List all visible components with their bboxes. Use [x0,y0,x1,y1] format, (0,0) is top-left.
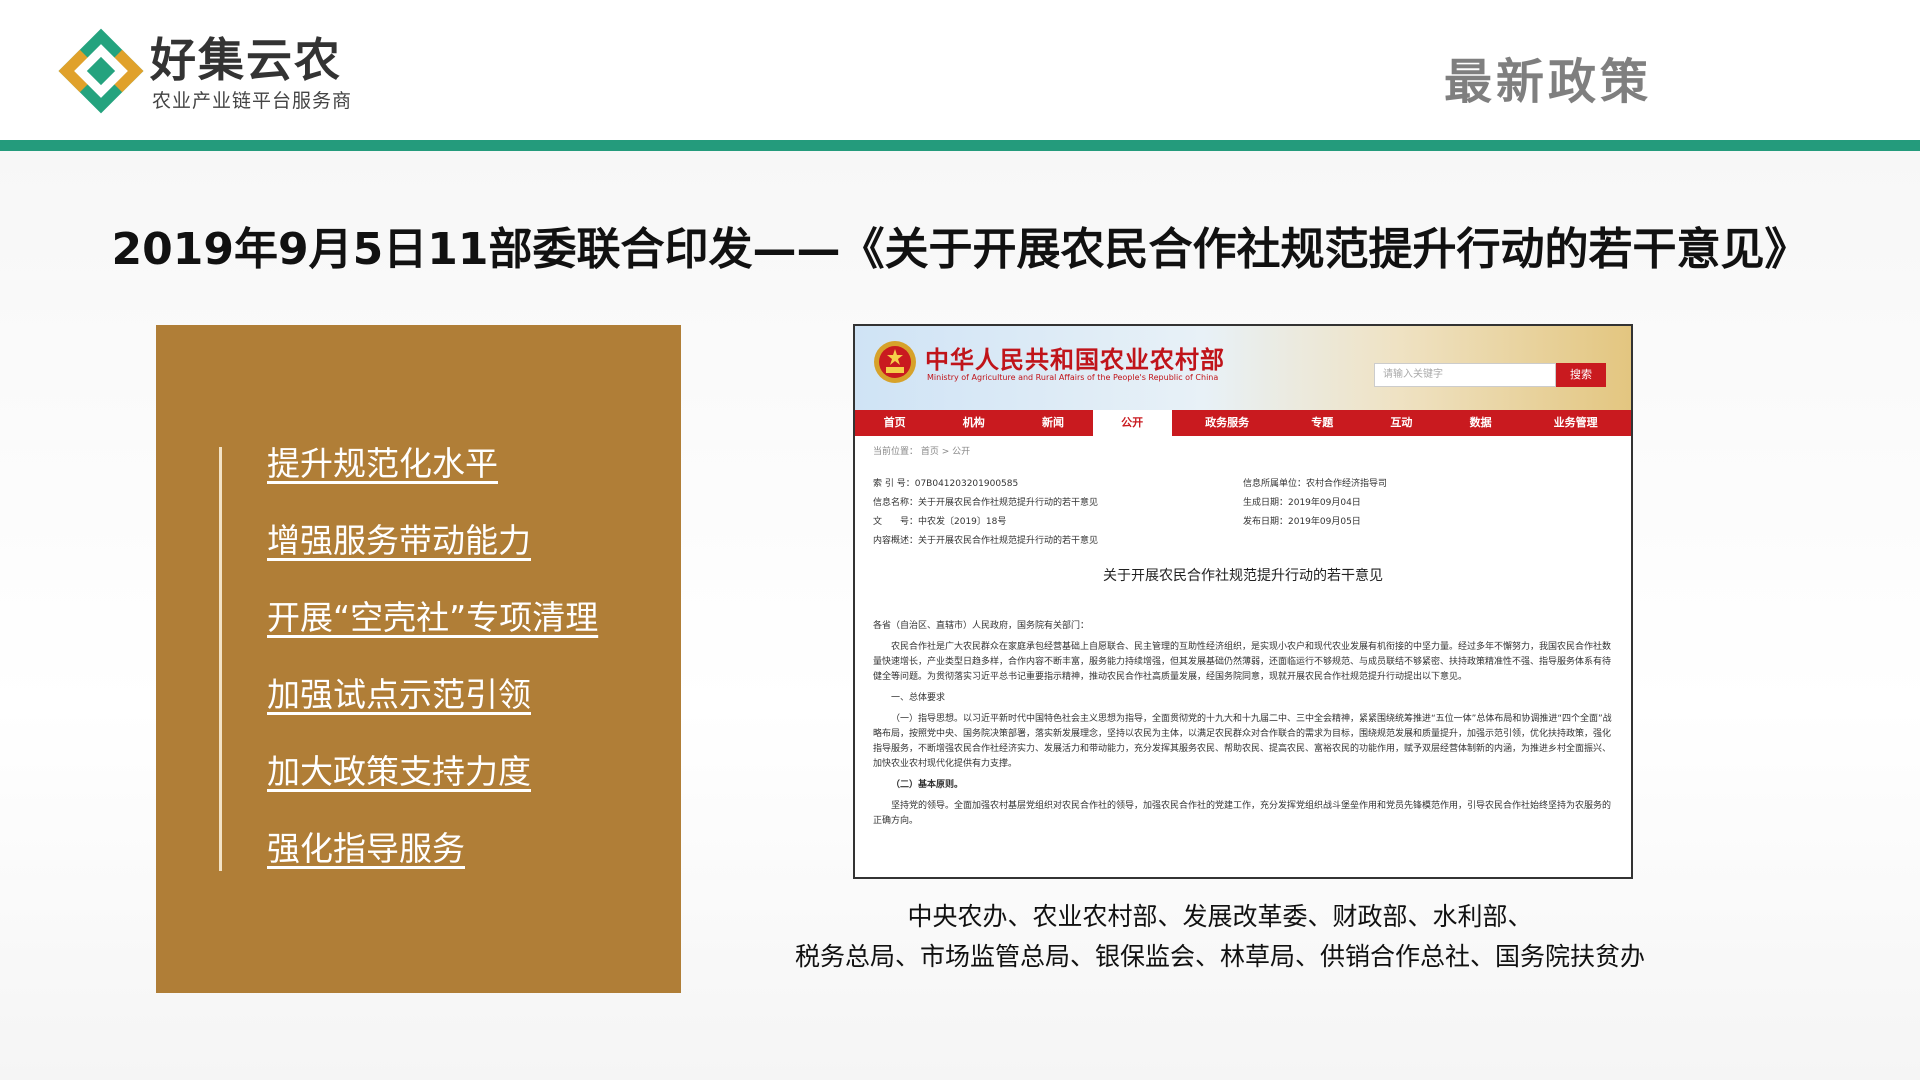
doc-search-input[interactable]: 请输入关键字 [1374,363,1556,387]
doc-meta-right: 信息所属单位：农村合作经济指导司 生成日期：2019年09月04日 发布日期：2… [1243,475,1613,551]
header: 好集云农 农业产业链平台服务商 最新政策 [0,0,1920,140]
headline: 2019年9月5日11部委联合印发——《关于开展农民合作社规范提升行动的若干意见… [111,224,1809,275]
doc-meta-field: 信息名称：关于开展农民合作社规范提升行动的若干意见 [873,498,1099,508]
doc-paragraph: （一）指导思想。以习近平新时代中国特色社会主义思想为指导，全面贯彻党的十九大和十… [873,714,1612,769]
doc-meta-field: 发布日期：2019年09月05日 [1243,517,1361,527]
doc-site-title-en: Ministry of Agriculture and Rural Affair… [927,373,1219,382]
doc-paragraph: 农民合作社是广大农民群众在家庭承包经营基础上自愿联合、民主管理的互助性经济组织，… [873,642,1612,682]
policy-document-screenshot: 中华人民共和国农业农村部 Ministry of Agriculture and… [853,324,1633,879]
doc-meta-field: 生成日期：2019年09月04日 [1243,498,1361,508]
doc-heading: 关于开展农民合作社规范提升行动的若干意见 [1103,568,1383,584]
measure-link[interactable]: 加强试点示范引领 [267,669,598,746]
doc-nav-item[interactable]: 互动 [1362,410,1441,436]
doc-meta-field: 文 号：中农发〔2019〕18号 [873,517,1007,527]
doc-nav-item[interactable]: 业务管理 [1520,410,1631,436]
doc-paragraph: 坚持党的领导。全面加强农村基层党组织对农民合作社的领导，加强农民合作社的党建工作… [873,801,1612,826]
doc-search-button[interactable]: 搜索 [1556,363,1606,387]
doc-meta-field: 内容概述：关于开展农民合作社规范提升行动的若干意见 [873,536,1099,546]
doc-nav-item[interactable]: 新闻 [1013,410,1092,436]
section-title: 最新政策 [1443,54,1652,110]
header-divider [0,140,1920,151]
doc-meta: 索 引 号：07B041203201900585 信息名称：关于开展农民合作社规… [873,475,1613,551]
slide-body: 2019年9月5日11部委联合印发——《关于开展农民合作社规范提升行动的若干意见… [0,151,1920,1080]
doc-nav-item-active[interactable]: 公开 [1092,410,1172,436]
doc-site-title: 中华人民共和国农业农村部 [925,345,1225,374]
measure-link[interactable]: 强化指导服务 [267,823,598,900]
doc-salutation: 各省（自治区、直辖市）人民政府，国务院有关部门： [873,621,1090,631]
panel-vertical-bar [219,447,222,871]
doc-breadcrumb: 当前位置： 首页 > 公开 [873,447,971,457]
measure-link[interactable]: 加大政策支持力度 [267,746,598,823]
issuing-bodies-line-2: 税务总局、市场监管总局、银保监会、林草局、供销合作总社、国务院扶贫办 [794,942,1645,971]
doc-nav-item[interactable]: 政务服务 [1172,410,1283,436]
measures-list: 提升规范化水平 增强服务带动能力 开展“空壳社”专项清理 加强试点示范引领 加大… [267,438,598,900]
measures-panel: 提升规范化水平 增强服务带动能力 开展“空壳社”专项清理 加强试点示范引领 加大… [156,325,681,993]
doc-body: 当前位置： 首页 > 公开 索 引 号：07B041203201900585 信… [855,436,1631,829]
doc-nav-item[interactable]: 数据 [1441,410,1520,436]
doc-meta-field: 信息所属单位：农村合作经济指导司 [1243,479,1388,489]
national-emblem-icon [874,341,916,383]
measure-link[interactable]: 提升规范化水平 [267,438,598,515]
doc-section-heading: 一、总体要求 [891,693,946,703]
doc-nav-item[interactable]: 首页 [855,410,934,436]
doc-meta-field: 索 引 号：07B041203201900585 [873,479,1019,489]
brand-subtitle: 农业产业链平台服务商 [152,90,353,112]
measure-link[interactable]: 增强服务带动能力 [267,515,598,592]
doc-meta-left: 索 引 号：07B041203201900585 信息名称：关于开展农民合作社规… [873,475,1243,551]
doc-nav-bar: 首页 机构 新闻 公开 政务服务 专题 互动 数据 业务管理 [855,410,1631,436]
measure-link[interactable]: 开展“空壳社”专项清理 [267,592,598,669]
brand-name: 好集云农 [150,33,342,87]
doc-banner: 中华人民共和国农业农村部 Ministry of Agriculture and… [855,326,1631,410]
doc-subheading: （二）基本原则。 [891,780,964,790]
issuing-bodies-line-1: 中央农办、农业农村部、发展改革委、财政部、水利部、 [907,902,1533,931]
brand-logo-icon [58,28,144,114]
doc-nav-item[interactable]: 机构 [934,410,1013,436]
doc-nav-item[interactable]: 专题 [1283,410,1362,436]
